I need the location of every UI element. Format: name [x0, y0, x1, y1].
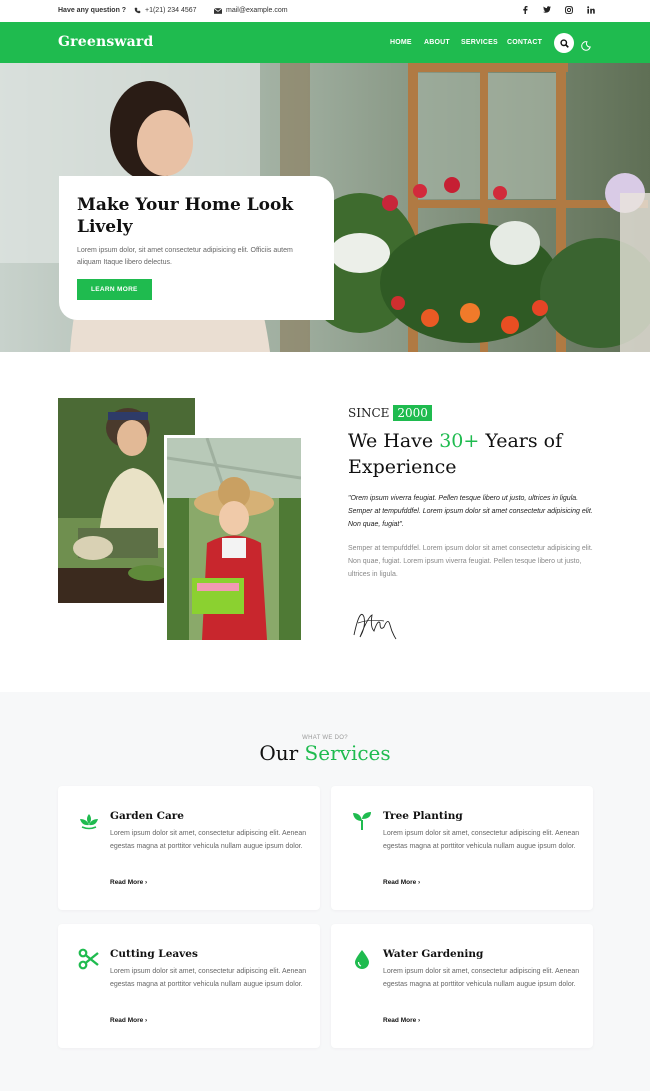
instagram-icon[interactable] — [564, 6, 574, 16]
site-logo[interactable]: Greensward — [58, 34, 154, 50]
question-text: Have any question ? — [58, 7, 127, 14]
read-more-link[interactable]: Read More › — [383, 879, 420, 886]
hero-title: Make Your Home Look Lively — [77, 195, 294, 237]
about-title-prefix: We Have — [348, 430, 440, 452]
since-label: SINCE — [348, 406, 390, 420]
signature-image — [353, 613, 397, 640]
service-card-water-gardening[interactable]: Water Gardening Lorem ipsum dolor sit am… — [331, 924, 593, 1048]
services-title: Our Services — [0, 741, 650, 765]
service-title: Garden Care — [110, 810, 184, 822]
service-title: Water Gardening — [383, 948, 484, 960]
sprout-icon — [353, 812, 371, 830]
top-bar: Have any question ? +1(21) 234 4567 mail… — [0, 0, 650, 22]
moon-icon — [581, 41, 591, 51]
about-text: Semper at tempufddfel. Lorem ipsum dolor… — [348, 545, 593, 578]
service-text: Lorem ipsum dolor sit amet, consectetur … — [110, 968, 307, 988]
twitter-icon[interactable] — [542, 6, 552, 16]
service-card-tree-planting[interactable]: Tree Planting Lorem ipsum dolor sit amet… — [331, 786, 593, 910]
email-contact[interactable]: mail@example.com — [214, 7, 288, 14]
phone-icon — [134, 7, 141, 14]
nav-services[interactable]: SERVICES — [461, 39, 498, 46]
hero-section: Make Your Home Look Lively Lorem ipsum d… — [0, 63, 650, 352]
about-section: SINCE 2000 We Have 30+ Years of Experien… — [0, 352, 650, 692]
farmer-photo — [164, 435, 304, 643]
service-title: Tree Planting — [383, 810, 463, 822]
service-card-garden-care[interactable]: Garden Care Lorem ipsum dolor sit amet, … — [58, 786, 320, 910]
about-title: We Have 30+ Years of Experience — [348, 428, 598, 480]
read-more-link[interactable]: Read More › — [110, 1017, 147, 1024]
service-text: Lorem ipsum dolor sit amet, consectetur … — [383, 968, 580, 988]
scissors-icon — [78, 948, 99, 970]
phone-contact[interactable]: +1(21) 234 4567 — [134, 7, 197, 14]
services-title-highlight: Services — [304, 741, 391, 765]
nav-about[interactable]: ABOUT — [424, 39, 450, 46]
service-text: Lorem ipsum dolor sit amet, consectetur … — [383, 830, 580, 850]
phone-number: +1(21) 234 4567 — [145, 7, 197, 14]
read-more-link[interactable]: Read More › — [110, 879, 147, 886]
dark-mode-toggle[interactable] — [581, 38, 591, 51]
service-title: Cutting Leaves — [110, 948, 198, 960]
learn-more-button[interactable]: LEARN MORE — [77, 279, 152, 300]
nav-contact[interactable]: CONTACT — [507, 39, 542, 46]
hero-description: Lorem ipsum dolor, sit amet consectetur … — [77, 247, 293, 266]
since-year: 2000 — [393, 405, 432, 421]
main-nav: Greensward HOME ABOUT SERVICES CONTACT — [0, 22, 650, 63]
about-quote: "Orem ipsum viverra feugiat. Pellen tesq… — [348, 495, 593, 528]
search-icon — [559, 38, 569, 48]
search-button[interactable] — [554, 33, 574, 53]
lotus-icon — [80, 814, 98, 830]
envelope-icon — [214, 7, 222, 14]
service-card-cutting-leaves[interactable]: Cutting Leaves Lorem ipsum dolor sit ame… — [58, 924, 320, 1048]
hero-card: Make Your Home Look Lively Lorem ipsum d… — [59, 176, 334, 320]
water-drop-icon — [355, 950, 369, 969]
facebook-icon[interactable] — [520, 6, 530, 16]
about-title-highlight: 30+ — [439, 430, 480, 452]
since-badge: SINCE 2000 — [348, 405, 432, 421]
services-title-prefix: Our — [259, 741, 305, 765]
read-more-link[interactable]: Read More › — [383, 1017, 420, 1024]
linkedin-icon[interactable] — [586, 6, 596, 16]
services-section: WHAT WE DO? Our Services Garden Care Lor… — [0, 692, 650, 1091]
service-text: Lorem ipsum dolor sit amet, consectetur … — [110, 830, 307, 850]
email-address: mail@example.com — [226, 7, 288, 14]
nav-home[interactable]: HOME — [390, 39, 412, 46]
